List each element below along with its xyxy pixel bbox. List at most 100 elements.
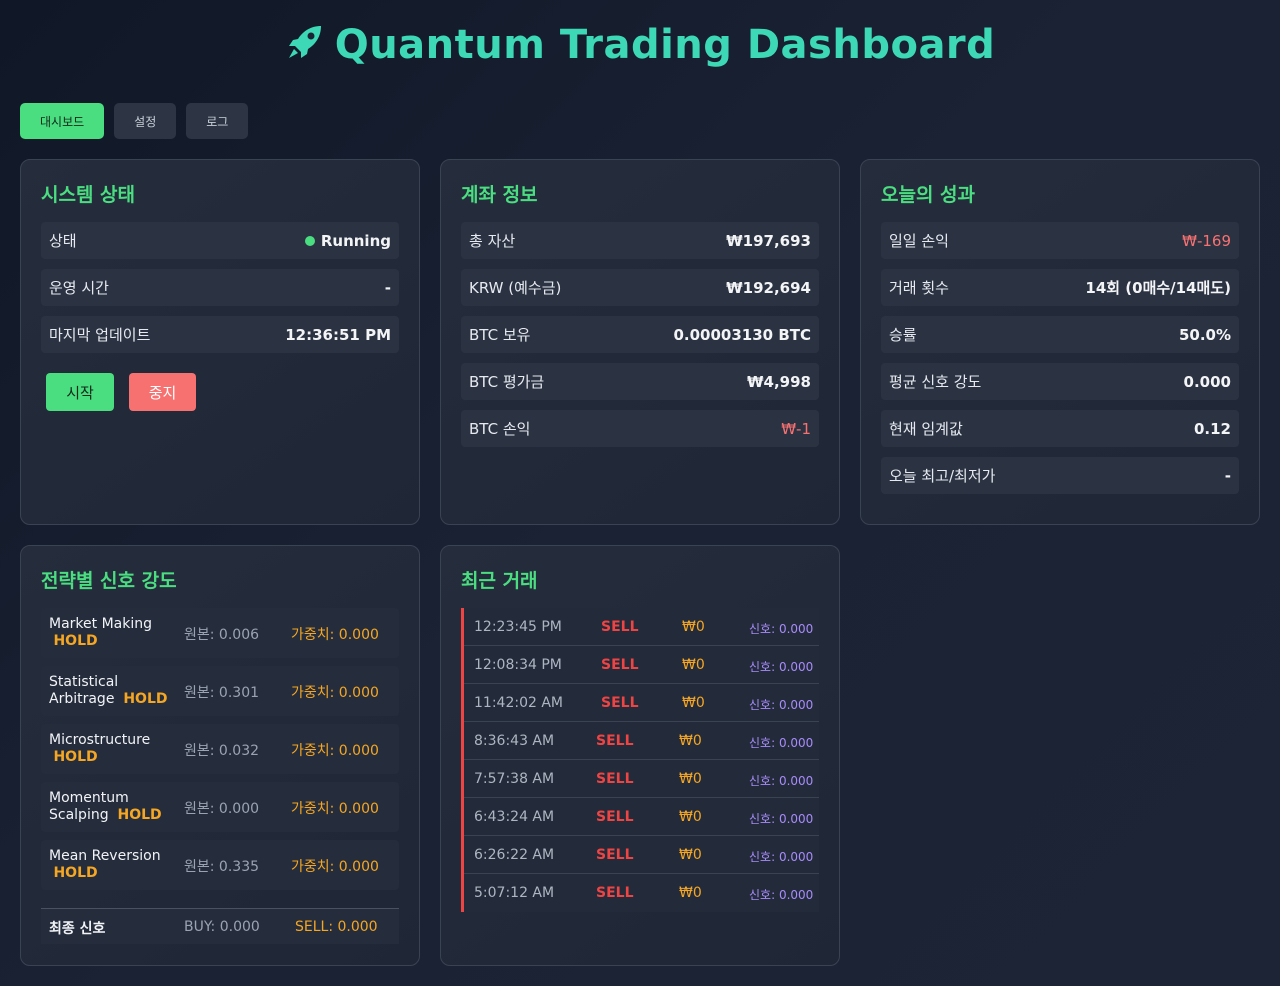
row-label: 오늘 최고/최저가: [889, 467, 996, 485]
signal-badge: HOLD: [53, 749, 98, 765]
trade-row: 6:43:24 AM SELL ₩0 신호: 0.000: [464, 798, 819, 836]
row-label: 마지막 업데이트: [49, 326, 151, 344]
main-nav: 대시보드 설정 로그: [20, 103, 249, 139]
trade-signal: 신호: 0.000: [749, 660, 814, 674]
stop-button[interactable]: 중지: [129, 373, 196, 411]
trade-side: SELL: [596, 733, 634, 749]
raw-signal: 원본: 0.301: [184, 685, 260, 701]
trade-row: 7:57:38 AM SELL ₩0 신호: 0.000: [464, 760, 819, 798]
card-title: 계좌 정보: [461, 184, 538, 206]
card-title: 최근 거래: [461, 570, 538, 592]
row-label: BTC 평가금: [469, 373, 545, 391]
trade-side: SELL: [596, 885, 634, 901]
trade-side: SELL: [601, 657, 639, 673]
trade-amount: ₩0: [682, 695, 705, 711]
final-signal-row: 최종 신호 BUY: 0.000 SELL: 0.000: [41, 908, 399, 944]
rocket-icon: [285, 22, 325, 72]
row-value: ₩-169: [1182, 231, 1231, 250]
trade-time: 5:07:12 AM: [474, 885, 555, 901]
weighted-signal: 가중치: 0.000: [291, 685, 379, 701]
start-button[interactable]: 시작: [46, 373, 114, 411]
row-value: 0.12: [1193, 419, 1231, 438]
strategy-name: Mean Reversion HOLD: [49, 848, 161, 881]
card-title: 전략별 신호 강도: [41, 570, 177, 592]
tab-dashboard[interactable]: 대시보드: [20, 103, 105, 139]
strategy-row: Momentum Scalping HOLD 원본: 0.000 가중치: 0.…: [41, 782, 399, 832]
btc-pnl-row: BTC 손익 ₩-1: [461, 410, 819, 447]
page-title-text: Quantum Trading Dashboard: [334, 22, 996, 68]
row-value: ₩4,998: [747, 372, 811, 391]
tab-settings[interactable]: 설정: [114, 103, 177, 139]
row-label: 일일 손익: [889, 232, 949, 250]
trade-time: 6:26:22 AM: [474, 847, 555, 863]
signal-badge: HOLD: [123, 691, 168, 707]
page-title: Quantum Trading Dashboard: [0, 22, 1280, 72]
trade-signal: 신호: 0.000: [749, 888, 814, 902]
strategy-row: Mean Reversion HOLD 원본: 0.335 가중치: 0.000: [41, 840, 399, 890]
win-rate-row: 승률 50.0%: [881, 316, 1239, 353]
trade-side: SELL: [601, 619, 639, 635]
trade-row: 11:42:02 AM SELL ₩0 신호: 0.000: [464, 684, 819, 722]
signal-badge: HOLD: [117, 807, 162, 823]
trade-time: 12:08:34 PM: [474, 657, 562, 673]
btc-valuation-row: BTC 평가금 ₩4,998: [461, 363, 819, 400]
status-text: Running: [320, 231, 391, 250]
strategy-row: Statistical Arbitrage HOLD 원본: 0.301 가중치…: [41, 666, 399, 716]
trade-amount: ₩0: [679, 885, 702, 901]
row-label: 거래 횟수: [889, 279, 949, 297]
row-value: -: [1224, 466, 1231, 485]
trade-signal: 신호: 0.000: [749, 736, 814, 750]
signal-badge: HOLD: [53, 865, 98, 881]
trade-amount: ₩0: [679, 771, 702, 787]
trade-row: 8:36:43 AM SELL ₩0 신호: 0.000: [464, 722, 819, 760]
weighted-signal: 가중치: 0.000: [291, 743, 379, 759]
trade-amount: ₩0: [682, 619, 705, 635]
card-title: 시스템 상태: [41, 184, 136, 206]
final-signal-label: 최종 신호: [49, 921, 106, 937]
total-assets-row: 총 자산 ₩197,693: [461, 222, 819, 259]
row-label: 운영 시간: [49, 279, 109, 297]
strategy-row: Market Making HOLD 원본: 0.006 가중치: 0.000: [41, 608, 399, 658]
strategy-name: Market Making HOLD: [49, 616, 152, 649]
row-value: ₩192,694: [726, 278, 811, 297]
trade-side: SELL: [601, 695, 639, 711]
trade-signal: 신호: 0.000: [749, 774, 814, 788]
row-value: 50.0%: [1178, 325, 1231, 344]
raw-signal: 원본: 0.000: [184, 801, 260, 817]
weighted-signal: 가중치: 0.000: [291, 801, 379, 817]
system-status-card: 시스템 상태 상태 Running 운영 시간 - 마지막 업데이트 12:36…: [20, 159, 420, 525]
uptime-value: -: [384, 278, 391, 297]
card-title: 오늘의 성과: [881, 184, 976, 206]
strategy-signals-card: 전략별 신호 강도 Market Making HOLD 원본: 0.006 가…: [20, 545, 420, 966]
strategy-name: Momentum Scalping HOLD: [49, 790, 162, 823]
row-value: ₩197,693: [726, 231, 811, 250]
avg-signal-row: 평균 신호 강도 0.000: [881, 363, 1239, 400]
trade-side: SELL: [596, 809, 634, 825]
trade-time: 7:57:38 AM: [474, 771, 555, 787]
row-label: BTC 손익: [469, 420, 531, 438]
final-sell-value: SELL: 0.000: [295, 919, 378, 935]
trade-amount: ₩0: [682, 657, 705, 673]
row-label: BTC 보유: [469, 326, 531, 344]
trade-time: 11:42:02 AM: [474, 695, 563, 711]
trade-time: 8:36:43 AM: [474, 733, 555, 749]
trade-amount: ₩0: [679, 847, 702, 863]
row-value: 0.000: [1183, 372, 1231, 391]
tab-logs[interactable]: 로그: [186, 103, 249, 139]
trade-signal: 신호: 0.000: [749, 812, 814, 826]
trade-row: 12:23:45 PM SELL ₩0 신호: 0.000: [464, 608, 819, 646]
row-value: 0.00003130 BTC: [673, 325, 811, 344]
krw-row: KRW (예수금) ₩192,694: [461, 269, 819, 306]
status-dot-icon: [304, 235, 315, 246]
trade-amount: ₩0: [679, 809, 702, 825]
recent-trades-card: 최근 거래 12:23:45 PM SELL ₩0 신호: 0.000 12:0…: [440, 545, 840, 966]
trade-count-row: 거래 횟수 14회 (0매수/14매도): [881, 269, 1239, 306]
trade-row: 6:26:22 AM SELL ₩0 신호: 0.000: [464, 836, 819, 874]
weighted-signal: 가중치: 0.000: [291, 859, 379, 875]
btc-holding-row: BTC 보유 0.00003130 BTC: [461, 316, 819, 353]
raw-signal: 원본: 0.032: [184, 743, 260, 759]
strategy-name: Microstructure HOLD: [49, 732, 151, 765]
status-value: Running: [304, 231, 391, 250]
trade-row: 12:08:34 PM SELL ₩0 신호: 0.000: [464, 646, 819, 684]
signal-badge: HOLD: [53, 633, 98, 649]
